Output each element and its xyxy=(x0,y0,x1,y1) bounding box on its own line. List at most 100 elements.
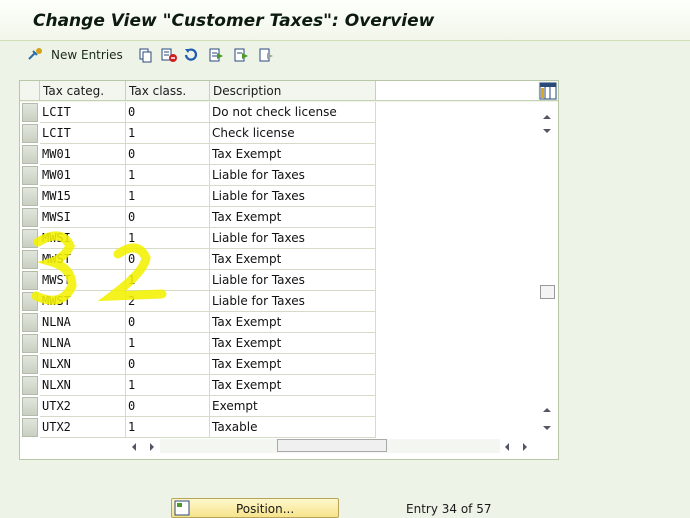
header-filler xyxy=(376,81,538,101)
tax-category-cell[interactable]: MW01 xyxy=(40,165,126,186)
tax-category-cell[interactable]: UTX2 xyxy=(40,417,126,438)
description-cell[interactable]: Tax Exempt xyxy=(210,312,376,333)
table-row: MWST 0 Tax Exempt xyxy=(20,249,378,270)
row-selector[interactable] xyxy=(22,334,38,353)
table-header: Tax categ. Tax class. Description xyxy=(20,81,558,102)
tax-class-cell[interactable]: 1 xyxy=(126,417,210,438)
row-selector[interactable] xyxy=(22,271,38,290)
row-selector[interactable] xyxy=(22,229,38,248)
description-cell[interactable]: Liable for Taxes xyxy=(210,186,376,207)
description-cell[interactable]: Tax Exempt xyxy=(210,207,376,228)
row-selector[interactable] xyxy=(22,292,38,311)
description-cell[interactable]: Liable for Taxes xyxy=(210,228,376,249)
row-selector[interactable] xyxy=(22,166,38,185)
tax-class-cell[interactable]: 0 xyxy=(126,102,210,123)
tax-category-cell[interactable]: MW01 xyxy=(40,144,126,165)
scroll-page-up-icon[interactable] xyxy=(538,404,556,416)
description-cell[interactable]: Check license xyxy=(210,123,376,144)
undo-icon xyxy=(184,48,198,61)
table-row: NLNA 0 Tax Exempt xyxy=(20,312,378,333)
scroll-right-end-icon[interactable] xyxy=(519,439,531,455)
row-selector[interactable] xyxy=(22,376,38,395)
table-settings-button[interactable] xyxy=(538,81,558,101)
tax-category-cell[interactable]: LCIT xyxy=(40,102,126,123)
tax-class-cell[interactable]: 1 xyxy=(126,228,210,249)
tax-category-cell[interactable]: NLNA xyxy=(40,312,126,333)
entry-status: Entry 34 of 57 xyxy=(406,502,492,516)
tax-category-cell[interactable]: MW15 xyxy=(40,186,126,207)
description-cell[interactable]: Liable for Taxes xyxy=(210,165,376,186)
scroll-down-icon[interactable] xyxy=(538,125,556,137)
row-selector[interactable] xyxy=(22,250,38,269)
tax-class-cell[interactable]: 1 xyxy=(126,165,210,186)
vertical-scrollbar[interactable] xyxy=(538,109,556,436)
tax-category-cell[interactable]: UTX2 xyxy=(40,396,126,417)
description-cell[interactable]: Liable for Taxes xyxy=(210,270,376,291)
row-selector[interactable] xyxy=(22,208,38,227)
description-cell[interactable]: Tax Exempt xyxy=(210,144,376,165)
copy-button[interactable] xyxy=(137,46,153,64)
select-all-column-cell[interactable] xyxy=(20,81,40,101)
tax-category-cell[interactable]: LCIT xyxy=(40,123,126,144)
select-all-button[interactable] xyxy=(208,46,224,64)
delete-icon xyxy=(161,48,177,62)
deselect-all-button[interactable] xyxy=(258,46,274,64)
tax-category-cell[interactable]: NLXN xyxy=(40,375,126,396)
row-selector[interactable] xyxy=(22,397,38,416)
tax-category-cell[interactable]: MWST xyxy=(40,291,126,312)
row-selector[interactable] xyxy=(22,124,38,143)
description-cell[interactable]: Taxable xyxy=(210,417,376,438)
column-header-description[interactable]: Description xyxy=(210,81,376,101)
table-row: NLNA 1 Tax Exempt xyxy=(20,333,378,354)
tax-class-cell[interactable]: 0 xyxy=(126,396,210,417)
horizontal-scroll-thumb[interactable] xyxy=(277,439,387,452)
row-selector[interactable] xyxy=(22,313,38,332)
position-button[interactable]: Position... xyxy=(171,498,339,518)
tax-class-cell[interactable]: 0 xyxy=(126,207,210,228)
undo-button[interactable] xyxy=(183,46,199,64)
tax-class-cell[interactable]: 1 xyxy=(126,270,210,291)
tax-class-cell[interactable]: 1 xyxy=(126,186,210,207)
row-selector[interactable] xyxy=(22,355,38,374)
column-header-tax-categ[interactable]: Tax categ. xyxy=(40,81,126,101)
new-entries-button[interactable]: New Entries xyxy=(27,46,123,64)
copy-icon xyxy=(139,48,152,63)
scroll-left-end-icon[interactable] xyxy=(501,439,513,455)
scroll-up-icon[interactable] xyxy=(538,111,556,123)
tax-category-cell[interactable]: MWSI xyxy=(40,207,126,228)
tax-category-cell[interactable]: NLNA xyxy=(40,333,126,354)
tax-category-cell[interactable]: MWSI xyxy=(40,228,126,249)
horizontal-scrollbar[interactable] xyxy=(160,439,500,453)
row-selector[interactable] xyxy=(22,145,38,164)
tax-class-cell[interactable]: 1 xyxy=(126,333,210,354)
scroll-right-icon[interactable] xyxy=(146,439,158,455)
tax-category-cell[interactable]: MWST xyxy=(40,249,126,270)
tax-class-cell[interactable]: 0 xyxy=(126,354,210,375)
tax-category-cell[interactable]: NLXN xyxy=(40,354,126,375)
tax-category-cell[interactable]: MWST xyxy=(40,270,126,291)
tax-class-cell[interactable]: 2 xyxy=(126,291,210,312)
choose-icon xyxy=(28,48,42,60)
description-cell[interactable]: Tax Exempt xyxy=(210,354,376,375)
description-cell[interactable]: Tax Exempt xyxy=(210,375,376,396)
description-cell[interactable]: Liable for Taxes xyxy=(210,291,376,312)
description-cell[interactable]: Exempt xyxy=(210,396,376,417)
tax-class-cell[interactable]: 1 xyxy=(126,123,210,144)
row-selector[interactable] xyxy=(22,103,38,122)
tax-class-cell[interactable]: 0 xyxy=(126,312,210,333)
description-cell[interactable]: Tax Exempt xyxy=(210,249,376,270)
table-row: UTX2 1 Taxable xyxy=(20,417,378,438)
scroll-left-icon[interactable] xyxy=(128,439,140,455)
description-cell[interactable]: Tax Exempt xyxy=(210,333,376,354)
tax-class-cell[interactable]: 0 xyxy=(126,249,210,270)
scroll-page-down-icon[interactable] xyxy=(538,422,556,434)
description-cell[interactable]: Do not check license xyxy=(210,102,376,123)
delete-button[interactable] xyxy=(160,46,178,64)
column-header-tax-class[interactable]: Tax class. xyxy=(126,81,210,101)
row-selector[interactable] xyxy=(22,418,38,437)
vertical-scroll-thumb[interactable] xyxy=(540,285,555,299)
tax-class-cell[interactable]: 0 xyxy=(126,144,210,165)
select-block-button[interactable] xyxy=(233,46,249,64)
tax-class-cell[interactable]: 1 xyxy=(126,375,210,396)
row-selector[interactable] xyxy=(22,187,38,206)
